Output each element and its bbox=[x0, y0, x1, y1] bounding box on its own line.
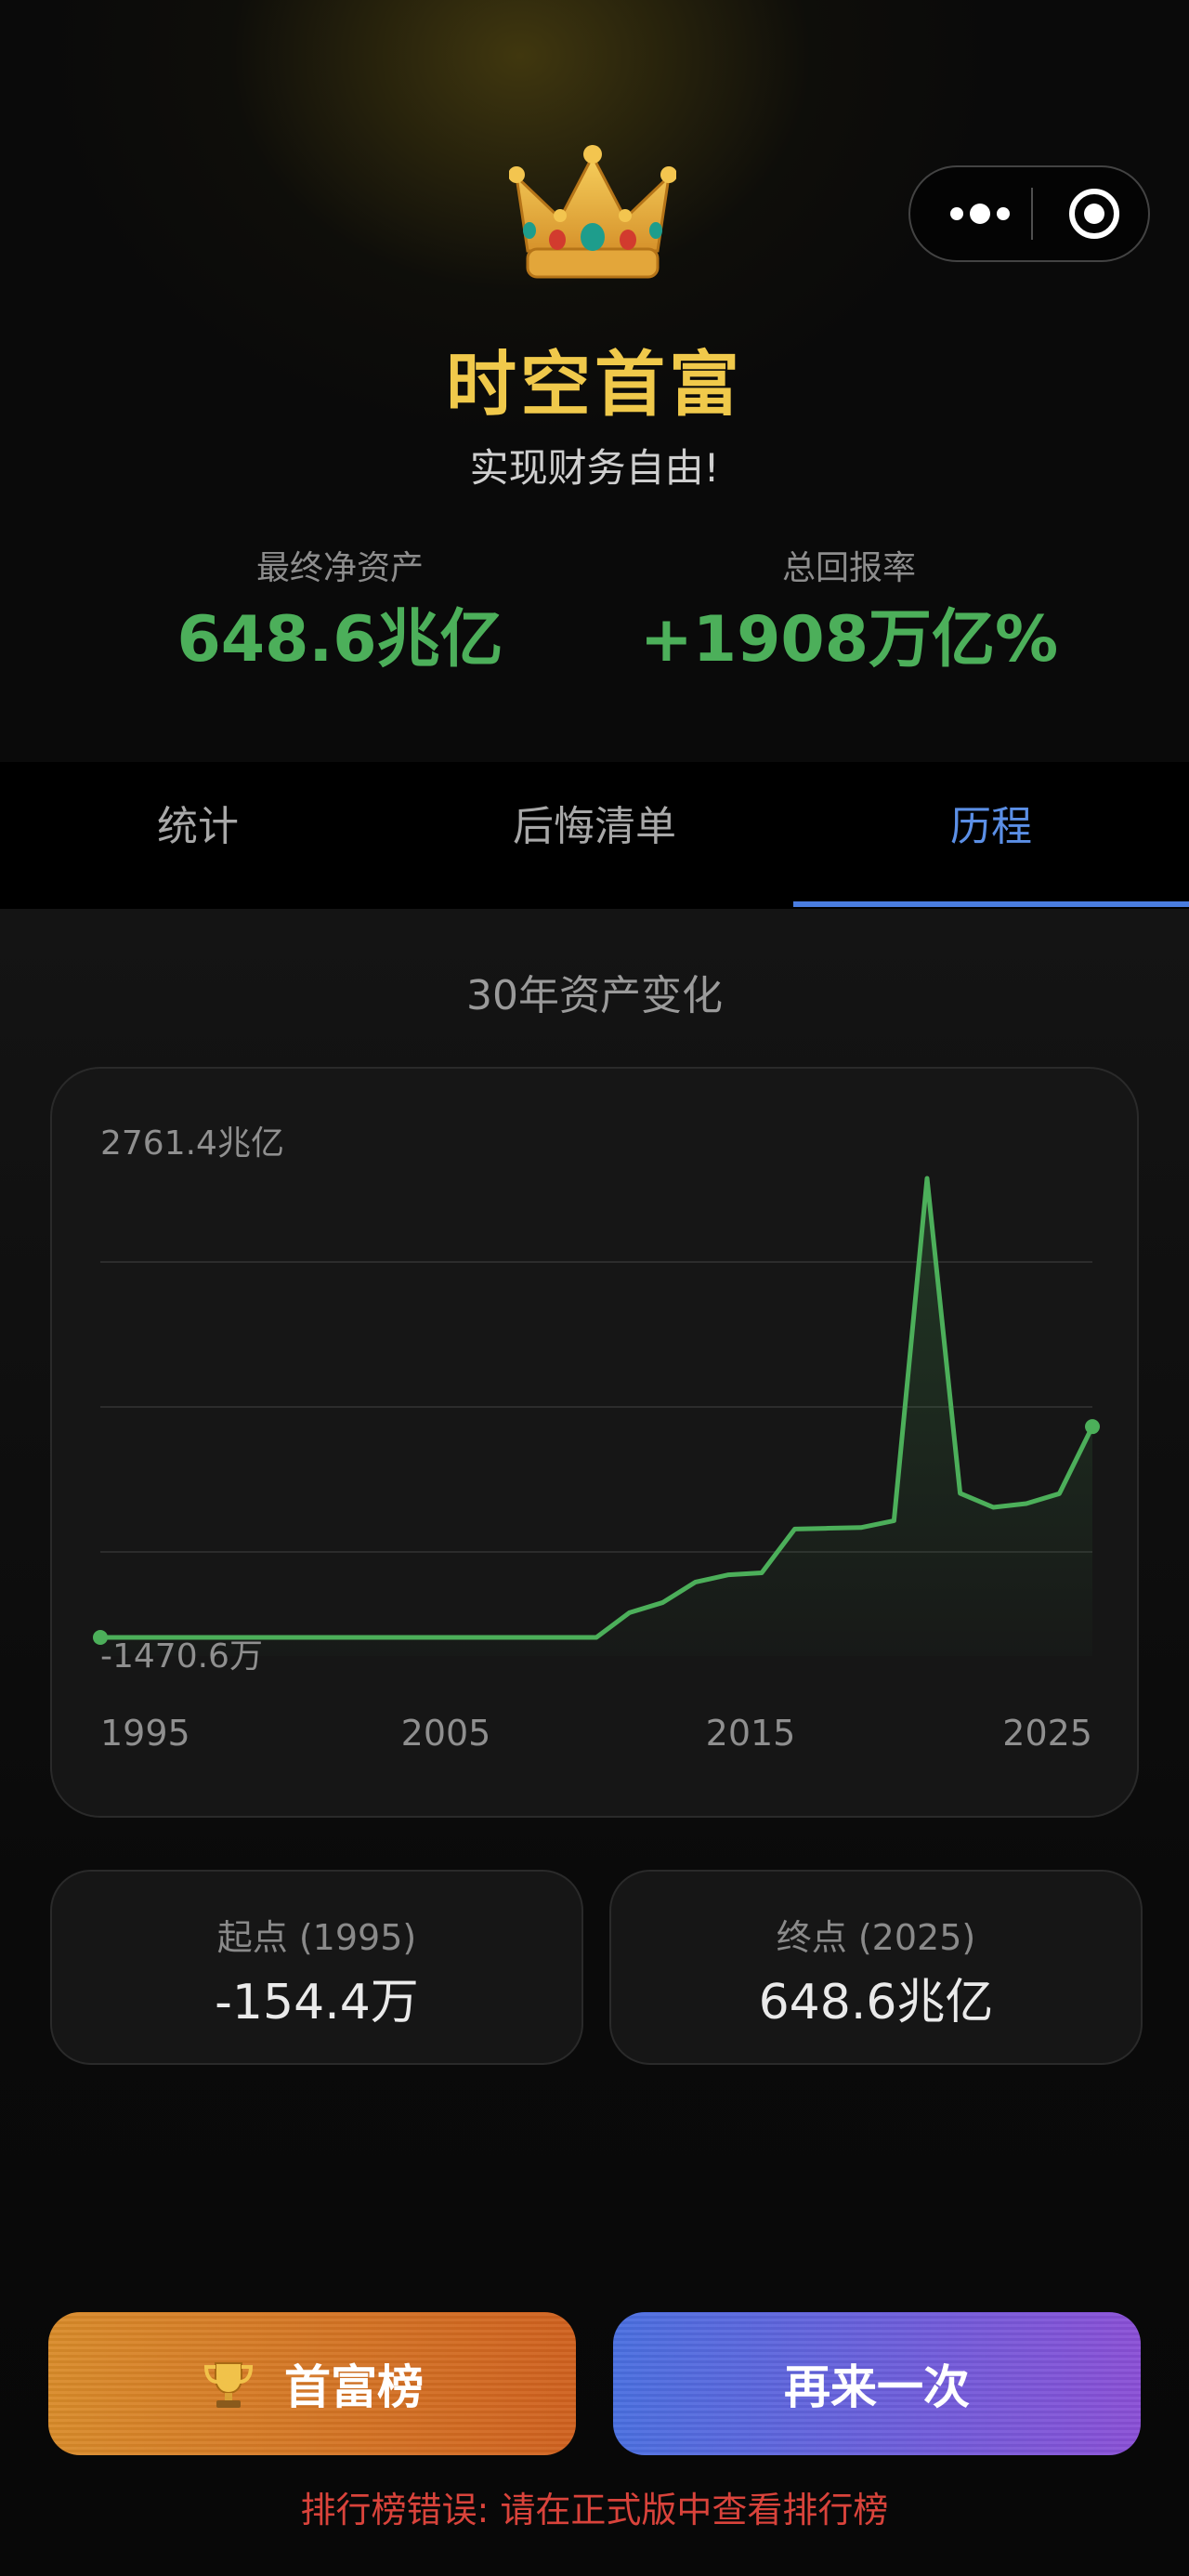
mini-program-capsule bbox=[908, 165, 1150, 262]
x-tick-label: 1995 bbox=[100, 1713, 190, 1754]
start-point-label: 起点 (1995) bbox=[216, 1917, 417, 1958]
more-dots-icon[interactable] bbox=[938, 167, 1022, 260]
tab-bar: 统计 后悔清单 历程 bbox=[0, 762, 1189, 909]
series-area bbox=[100, 1178, 1092, 1656]
x-tick-label: 2025 bbox=[1002, 1713, 1092, 1754]
end-point-card: 终点 (2025) 648.6兆亿 bbox=[609, 1870, 1143, 2065]
rich-list-button[interactable]: 首富榜 bbox=[48, 2312, 576, 2455]
tab-regret-list[interactable]: 后悔清单 bbox=[397, 762, 792, 909]
net-worth-value: 648.6兆亿 bbox=[176, 603, 503, 677]
x-tick-label: 2015 bbox=[706, 1713, 796, 1754]
start-point-card: 起点 (1995) -154.4万 bbox=[50, 1870, 583, 2065]
return-rate-value: +1908万亿% bbox=[639, 603, 1059, 677]
trophy-icon bbox=[203, 2362, 254, 2408]
y-max-label: 2761.4兆亿 bbox=[100, 1124, 284, 1163]
y-min-label: -1470.6万 bbox=[100, 1637, 263, 1676]
net-worth-label: 最终净资产 bbox=[255, 549, 424, 587]
tab-active-indicator bbox=[793, 901, 1189, 907]
tab-stats[interactable]: 统计 bbox=[0, 762, 396, 909]
asset-line-chart: 2761.4兆亿 -1470.6万 1995 2005 2015 2025 bbox=[93, 1124, 1100, 1754]
leaderboard-error-message: 排行榜错误: 请在正式版中查看排行榜 bbox=[300, 2490, 889, 2530]
start-point-value: -154.4万 bbox=[215, 1975, 419, 2031]
section-title: 30年资产变化 bbox=[466, 972, 723, 1019]
target-circle-icon[interactable] bbox=[1050, 167, 1139, 260]
play-again-button[interactable]: 再来一次 bbox=[613, 2312, 1141, 2455]
play-again-button-label: 再来一次 bbox=[784, 2360, 970, 2414]
rich-list-button-label: 首富榜 bbox=[284, 2360, 424, 2414]
page-title: 时空首富 bbox=[446, 343, 743, 426]
capsule-divider bbox=[1031, 188, 1033, 240]
x-tick-label: 2005 bbox=[401, 1713, 491, 1754]
asset-chart-card: 2761.4兆亿 -1470.6万 1995 2005 2015 2025 bbox=[50, 1067, 1139, 1818]
page-subtitle: 实现财务自由! bbox=[469, 445, 720, 491]
end-data-point bbox=[1085, 1419, 1100, 1435]
return-rate-label: 总回报率 bbox=[781, 549, 916, 587]
end-point-label: 终点 (2025) bbox=[776, 1917, 976, 1958]
tab-history[interactable]: 历程 bbox=[793, 762, 1189, 909]
end-point-value: 648.6兆亿 bbox=[758, 1975, 994, 2031]
crown-icon bbox=[509, 145, 676, 279]
